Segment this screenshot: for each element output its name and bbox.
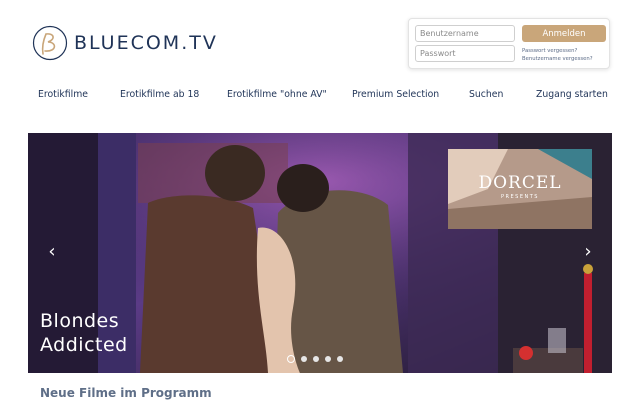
forgot-username-link[interactable]: Benutzername vergessen?	[522, 56, 593, 62]
nav-item-erotikfilme[interactable]: Erotikfilme	[38, 89, 88, 100]
slider-dot-5[interactable]	[337, 356, 343, 362]
slider-dot-3[interactable]	[313, 356, 319, 362]
slide-title-line-1: Blondes	[40, 310, 120, 332]
badge-subtitle: PRESENTS	[501, 194, 539, 200]
nav-item-erotikfilme-ab-18[interactable]: Erotikfilme ab 18	[120, 89, 199, 100]
forgot-password-link[interactable]: Passwort vergessen?	[522, 48, 577, 54]
dorcel-presents-badge: DORCEL PRESENTS	[448, 149, 592, 229]
login-button[interactable]: Anmelden	[522, 25, 606, 42]
slider-dot-2[interactable]	[301, 356, 307, 362]
section-heading: Neue Filme im Programm	[40, 386, 212, 400]
hero-slider[interactable]: DORCEL PRESENTS ‹ › Blondes Addicted	[28, 133, 612, 373]
site-logo[interactable]: BLUECOM.TV	[32, 25, 218, 61]
logo-text: BLUECOM.TV	[74, 32, 218, 54]
badge-brand: DORCEL	[478, 173, 562, 193]
slide-title: Blondes Addicted	[40, 309, 128, 357]
nav-item-zugang-starten[interactable]: Zugang starten	[536, 89, 608, 100]
username-input[interactable]	[415, 25, 515, 42]
slider-pagination	[287, 355, 343, 364]
password-input[interactable]	[415, 45, 515, 62]
nav-item-premium-selection[interactable]: Premium Selection	[352, 89, 439, 100]
nav-item-suchen[interactable]: Suchen	[469, 89, 503, 100]
slide-title-line-2: Addicted	[40, 334, 128, 356]
chevron-left-icon[interactable]: ‹	[44, 241, 60, 263]
login-form: Anmelden Passwort vergessen? Benutzernam…	[408, 18, 610, 69]
slider-dot-4[interactable]	[325, 356, 331, 362]
chevron-right-icon[interactable]: ›	[580, 241, 596, 263]
slider-dot-1[interactable]	[287, 355, 295, 363]
script-b-logo-icon	[32, 25, 68, 61]
main-navigation: Erotikfilme Erotikfilme ab 18 Erotikfilm…	[0, 89, 640, 103]
nav-item-ohne-av[interactable]: Erotikfilme "ohne AV"	[227, 89, 327, 100]
